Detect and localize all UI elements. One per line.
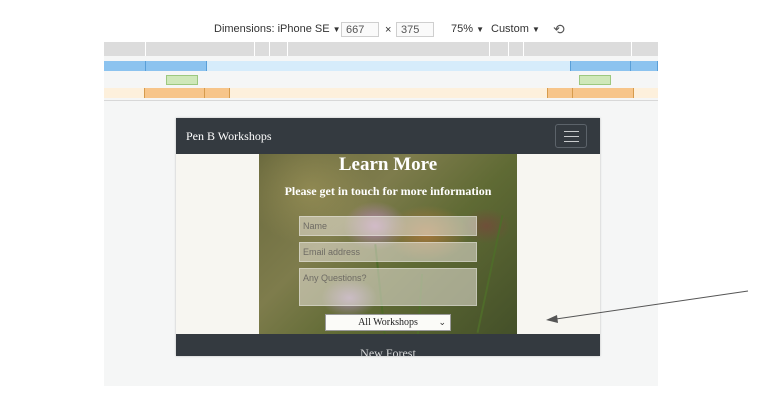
annotation-arrow-icon bbox=[546, 290, 749, 323]
